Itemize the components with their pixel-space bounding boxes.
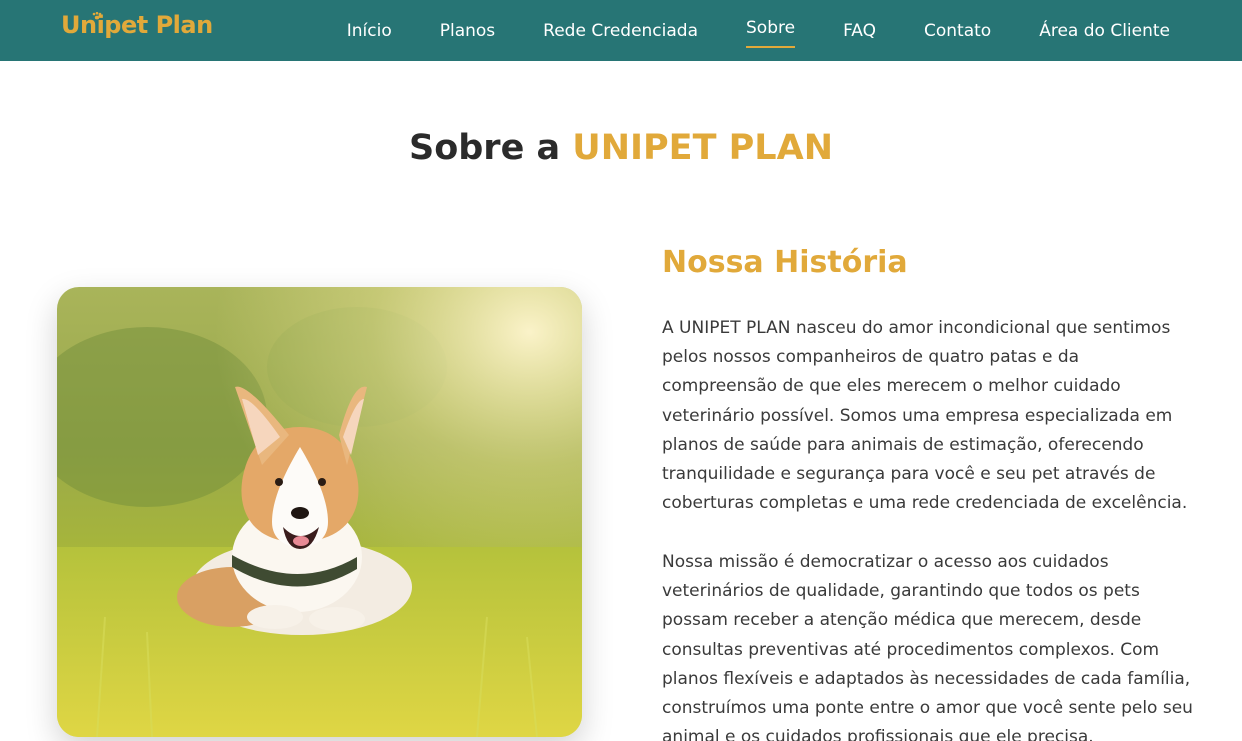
corgi-photo [57, 287, 582, 737]
top-navbar: Unipet Plan Início Planos Rede Credencia… [0, 0, 1242, 61]
logo-text: Unipet Plan [61, 11, 213, 39]
nav-link-rede-credenciada[interactable]: Rede Credenciada [543, 21, 698, 41]
section-title: Sobre a UNIPET PLAN [0, 128, 1242, 168]
nav-link-planos[interactable]: Planos [440, 21, 495, 41]
nav-link-contato[interactable]: Contato [924, 21, 991, 41]
logo[interactable]: Unipet Plan [61, 11, 213, 39]
section-title-prefix: Sobre a [409, 128, 573, 168]
nav-link-sobre[interactable]: Sobre [746, 18, 796, 48]
nav-link-area-do-cliente[interactable]: Área do Cliente [1039, 21, 1170, 41]
nav-link-inicio[interactable]: Início [347, 21, 392, 41]
section-title-accent: UNIPET PLAN [572, 128, 833, 168]
corgi-illustration [57, 287, 582, 737]
nav-menu: Início Planos Rede Credenciada Sobre FAQ… [299, 0, 1170, 61]
history-paragraph-2: Nossa missão é democratizar o acesso aos… [662, 552, 1193, 741]
paw-icon [92, 12, 102, 20]
history-paragraph-1: A UNIPET PLAN nasceu do amor incondicion… [662, 318, 1188, 514]
history-heading: Nossa História [662, 245, 908, 280]
nav-link-faq[interactable]: FAQ [843, 21, 876, 41]
